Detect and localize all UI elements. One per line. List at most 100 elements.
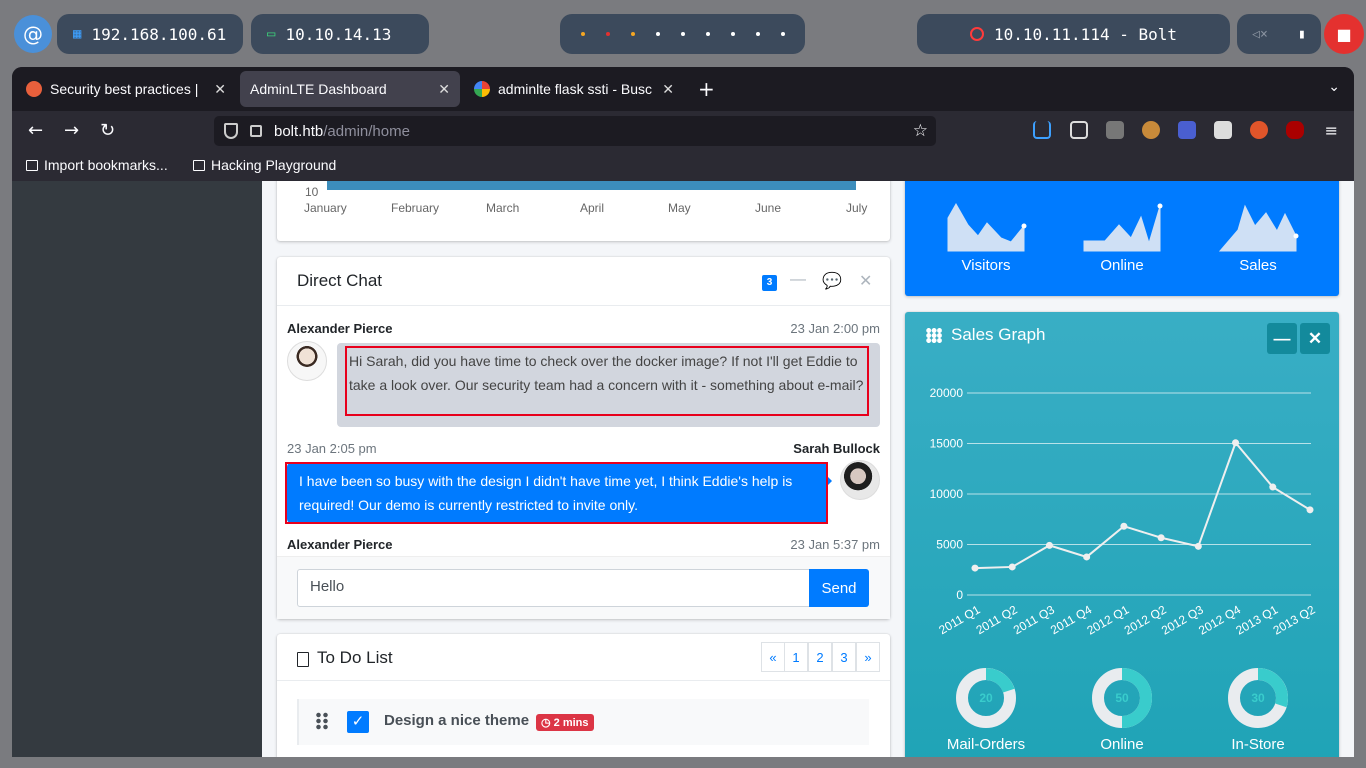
workspace-dot[interactable] [605,32,610,36]
comments-icon[interactable]: 💬 [822,271,842,291]
tab-google[interactable]: adminlte flask ssti - Busc ✕ [464,71,684,107]
battery-icon[interactable]: ▮ [1298,27,1306,42]
bookmark-star-icon[interactable]: ☆ [913,121,928,141]
sparkline-online [1083,205,1161,252]
workspace-dot[interactable] [730,32,735,36]
vpn-ip-widget[interactable]: ▭ 10.10.14.13 [251,14,429,54]
y-tick-label: 15000 [930,437,964,451]
clipboard-icon [297,652,309,667]
direct-chat-card: Direct Chat 3 — 💬 ✕ Alexander Pierce 23 … [277,257,890,619]
knob-value: 20 [979,691,993,705]
y-tick-label: 10 [305,185,319,199]
sparkline-sales [1218,204,1297,252]
month-label: March [486,201,520,215]
ext-wappalyzer-icon[interactable] [1214,121,1232,139]
card-header: To Do List « 1 2 3 » [277,634,890,681]
sparkline-visitors-dot [1021,223,1027,229]
ext-cookie-icon[interactable] [1142,121,1160,139]
sparkline-label: Visitors [961,257,1011,274]
target-widget[interactable]: 10.10.11.114 - Bolt [917,14,1230,54]
close-icon[interactable]: ✕ [662,81,674,98]
google-favicon-icon [474,81,490,97]
laptop-icon: ▭ [267,26,276,42]
message-input[interactable]: Hello [297,569,810,607]
hamburger-menu-icon[interactable]: ≡ [1325,121,1338,140]
pagination-page[interactable]: 2 [808,642,832,672]
month-label: June [755,201,782,215]
sparkline-sales-dot [1293,233,1299,239]
close-icon[interactable]: ✕ [214,81,226,98]
mute-icon[interactable]: ◁× [1252,27,1268,42]
chevron-down-icon[interactable]: ⌄ [1328,79,1340,95]
pagination-prev[interactable]: « [761,642,785,672]
tab-label: AdminLTE Dashboard [250,81,387,97]
admin-sidebar [12,181,262,757]
bookmark-folder-hacking[interactable]: Hacking Playground [193,157,336,173]
workspace-dot[interactable] [705,32,710,36]
data-point [1083,553,1091,561]
msg-timestamp: 23 Jan 2:00 pm [790,321,880,336]
data-point [1232,439,1240,447]
data-point [1269,483,1277,491]
month-label: July [846,201,868,215]
workspace-switcher[interactable] [560,14,805,54]
ext-counter-icon[interactable] [1178,121,1196,139]
minimize-icon[interactable]: — [790,271,806,289]
browser-window: Security best practices | ✕ AdminLTE Das… [12,67,1354,757]
highlight-box [345,346,869,416]
desktop-topbar: @ ▦ 192.168.100.61 ▭ 10.10.14.13 10.10.1… [0,0,1366,68]
nav-toolbar: ← → ↻ bolt.htb/admin/home ☆ 13 ≡ [12,111,1354,169]
knob-value-arc [985,668,1015,693]
workspace-dot[interactable] [630,32,635,36]
x-tick-label: 2011 Q1 [936,602,982,637]
back-icon[interactable]: ← [28,120,43,141]
debian-logo-icon[interactable]: @ [14,15,52,53]
new-tab-icon[interactable]: + [698,77,715,101]
extensions-icon[interactable] [1070,121,1088,139]
area-chart-fill [327,181,856,190]
tab-security[interactable]: Security best practices | ✕ [16,71,236,107]
todo-item[interactable]: ✓ Design a nice theme ◷ 2 mins [297,699,869,745]
tab-adminlte[interactable]: AdminLTE Dashboard ✕ [240,71,460,107]
shield-icon[interactable] [224,123,238,139]
y-tick-label: 20000 [930,386,964,400]
workspace-dot[interactable] [780,32,785,36]
ext-glasses-icon[interactable] [1106,121,1124,139]
local-ip-widget[interactable]: ▦ 192.168.100.61 [57,14,243,54]
sparkline-label: Sales [1239,257,1277,274]
workspace-dot[interactable] [680,32,685,36]
drag-handle-icon[interactable] [315,712,329,730]
sparkline-group [947,202,1299,252]
bookmark-import[interactable]: Import bookmarks... [26,157,168,173]
pagination-page[interactable]: 1 [784,642,808,672]
lock-icon[interactable]: ■ [1324,14,1364,54]
sales-line [974,440,1311,570]
forward-icon[interactable]: → [64,120,79,141]
ext-foxyproxy-icon[interactable] [1250,121,1268,139]
system-tray[interactable]: ◁× ▮ [1237,14,1321,54]
workspace-dot[interactable] [580,32,585,36]
send-button[interactable]: Send [809,569,869,607]
time-badge: ◷ 2 mins [536,714,594,731]
ublock-icon[interactable] [1286,121,1304,139]
sparkline-card: Visitors Online Sales [905,181,1339,296]
todo-checkbox[interactable]: ✓ [347,711,369,733]
close-icon[interactable]: ✕ [859,271,872,291]
download-icon[interactable] [1033,121,1051,139]
month-label: January [304,201,347,215]
data-point [1157,534,1165,542]
target-icon [969,27,984,41]
pagination-page[interactable]: 3 [832,642,856,672]
padlock-icon[interactable] [250,125,262,137]
sales-graph-card: Sales Graph — ✕ 0 5000 10000 15000 20000 2011… [905,312,1339,757]
pagination-next[interactable]: » [856,642,880,672]
target-label: 10.10.11.114 - Bolt [993,24,1178,44]
close-icon[interactable]: ✕ [438,81,450,98]
card-title: Direct Chat [297,271,383,290]
knob-label: Mail-Orders [946,736,1026,753]
reload-icon[interactable]: ↻ [100,120,115,141]
url-bar[interactable]: bolt.htb/admin/home ☆ [214,116,936,146]
workspace-dot[interactable] [755,32,760,36]
workspace-dot[interactable] [655,32,660,36]
msg-author: Alexander Pierce [287,537,393,552]
